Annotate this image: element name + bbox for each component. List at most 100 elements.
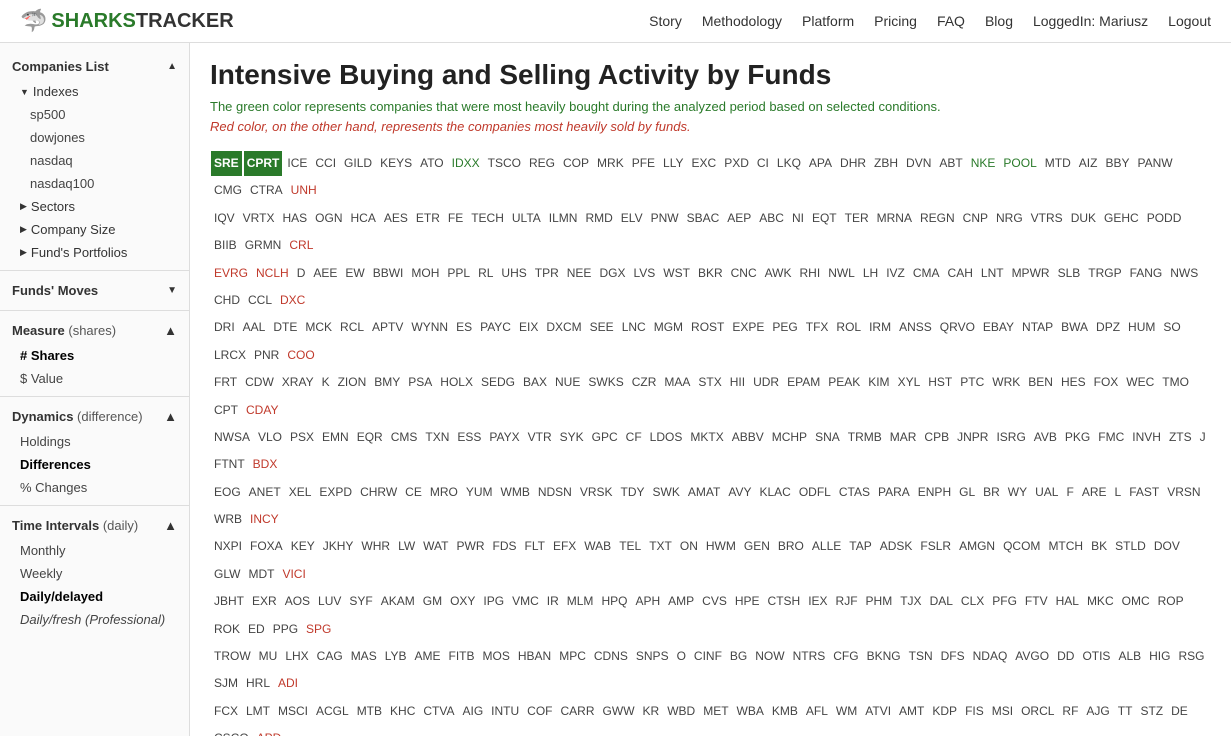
- nav-blog[interactable]: Blog: [985, 13, 1013, 29]
- ticker-FDS[interactable]: FDS: [490, 534, 520, 559]
- ticker-ON[interactable]: ON: [677, 534, 701, 559]
- ticker-COP[interactable]: COP: [560, 151, 592, 176]
- ticker-TMO[interactable]: TMO: [1159, 370, 1192, 395]
- ticker-APH[interactable]: APH: [632, 589, 663, 614]
- ticker-TXT[interactable]: TXT: [646, 534, 675, 559]
- ticker-SBAC[interactable]: SBAC: [684, 206, 723, 231]
- indexes-label[interactable]: ▼ Indexes: [10, 80, 189, 103]
- ticker-AMGN[interactable]: AMGN: [956, 534, 998, 559]
- ticker-LMT[interactable]: LMT: [243, 699, 273, 724]
- ticker-DAL[interactable]: DAL: [927, 589, 956, 614]
- ticker-XYL[interactable]: XYL: [895, 370, 924, 395]
- ticker-ALLE[interactable]: ALLE: [809, 534, 844, 559]
- ticker-CMG[interactable]: CMG: [211, 178, 245, 203]
- ticker-WY[interactable]: WY: [1005, 480, 1030, 505]
- ticker-JKHY[interactable]: JKHY: [320, 534, 357, 559]
- ticker-ES[interactable]: ES: [453, 315, 475, 340]
- ticker-CNP[interactable]: CNP: [960, 206, 991, 231]
- ticker-NEE[interactable]: NEE: [564, 261, 595, 286]
- ticker-CARR[interactable]: CARR: [558, 699, 598, 724]
- ticker-RF[interactable]: RF: [1059, 699, 1081, 724]
- ticker-STX[interactable]: STX: [695, 370, 724, 395]
- ticker-AMAT[interactable]: AMAT: [685, 480, 723, 505]
- ticker-GRMN[interactable]: GRMN: [242, 233, 285, 258]
- ticker-PNR[interactable]: PNR: [251, 343, 282, 368]
- ticker-BDX[interactable]: BDX: [250, 452, 281, 477]
- ticker-IEX[interactable]: IEX: [805, 589, 830, 614]
- ticker-EXPD[interactable]: EXPD: [316, 480, 355, 505]
- ticker-UNH[interactable]: UNH: [288, 178, 320, 203]
- ticker-AJG[interactable]: AJG: [1083, 699, 1112, 724]
- ticker-DHR[interactable]: DHR: [837, 151, 869, 176]
- ticker-FTNT[interactable]: FTNT: [211, 452, 248, 477]
- ticker-MAS[interactable]: MAS: [348, 644, 380, 669]
- ticker-SWKS[interactable]: SWKS: [585, 370, 626, 395]
- ticker-BR[interactable]: BR: [980, 480, 1003, 505]
- ticker-BRO[interactable]: BRO: [775, 534, 807, 559]
- ticker-LHX[interactable]: LHX: [282, 644, 311, 669]
- ticker-CI[interactable]: CI: [754, 151, 772, 176]
- daily-fresh-item[interactable]: Daily/fresh (Professional): [0, 608, 189, 631]
- ticker-AAL[interactable]: AAL: [240, 315, 269, 340]
- ticker-KLAC[interactable]: KLAC: [756, 480, 793, 505]
- ticker-ACGL[interactable]: ACGL: [313, 699, 352, 724]
- ticker-WBD[interactable]: WBD: [664, 699, 698, 724]
- ticker-ANSS[interactable]: ANSS: [896, 315, 935, 340]
- ticker-TFX[interactable]: TFX: [803, 315, 832, 340]
- ticker-EXR[interactable]: EXR: [249, 589, 280, 614]
- ticker-SEDG[interactable]: SEDG: [478, 370, 518, 395]
- ticker-ABBV[interactable]: ABBV: [729, 425, 767, 450]
- ticker-GWW[interactable]: GWW: [600, 699, 638, 724]
- ticker-GPC[interactable]: GPC: [589, 425, 621, 450]
- ticker-CMS[interactable]: CMS: [388, 425, 421, 450]
- ticker-BAX[interactable]: BAX: [520, 370, 550, 395]
- ticker-CMA[interactable]: CMA: [910, 261, 943, 286]
- ticker-BMY[interactable]: BMY: [371, 370, 403, 395]
- ticker-CCL[interactable]: CCL: [245, 288, 275, 313]
- ticker-ULTA[interactable]: ULTA: [509, 206, 544, 231]
- ticker-VTRS[interactable]: VTRS: [1028, 206, 1066, 231]
- ticker-BIIB[interactable]: BIIB: [211, 233, 240, 258]
- ticker-VMC[interactable]: VMC: [509, 589, 542, 614]
- ticker-D[interactable]: D: [294, 261, 309, 286]
- ticker-WAB[interactable]: WAB: [581, 534, 614, 559]
- ticker-DRI[interactable]: DRI: [211, 315, 238, 340]
- ticker-ADSK[interactable]: ADSK: [877, 534, 916, 559]
- ticker-CDNS[interactable]: CDNS: [591, 644, 631, 669]
- ticker-POOL[interactable]: POOL: [1000, 151, 1039, 176]
- ticker-PPL[interactable]: PPL: [444, 261, 473, 286]
- ticker-CTAS[interactable]: CTAS: [836, 480, 873, 505]
- nav-pricing[interactable]: Pricing: [874, 13, 917, 29]
- ticker-GEN[interactable]: GEN: [741, 534, 773, 559]
- ticker-HPE[interactable]: HPE: [732, 589, 763, 614]
- ticker-MLM[interactable]: MLM: [564, 589, 597, 614]
- ticker-SPG[interactable]: SPG: [303, 617, 334, 642]
- ticker-MET[interactable]: MET: [700, 699, 731, 724]
- ticker-CHD[interactable]: CHD: [211, 288, 243, 313]
- ticker-LDOS[interactable]: LDOS: [647, 425, 686, 450]
- ticker-FE[interactable]: FE: [445, 206, 466, 231]
- ticker-AME[interactable]: AME: [412, 644, 444, 669]
- ticker-HIG[interactable]: HIG: [1146, 644, 1173, 669]
- ticker-MPWR[interactable]: MPWR: [1009, 261, 1053, 286]
- ticker-OGN[interactable]: OGN: [312, 206, 345, 231]
- ticker-ORCL[interactable]: ORCL: [1018, 699, 1057, 724]
- ticker-EXPE[interactable]: EXPE: [729, 315, 767, 340]
- ticker-PFE[interactable]: PFE: [629, 151, 658, 176]
- sidebar-item-dowjones[interactable]: dowjones: [10, 126, 189, 149]
- ticker-CF[interactable]: CF: [623, 425, 645, 450]
- ticker-INTU[interactable]: INTU: [488, 699, 522, 724]
- ticker-IR[interactable]: IR: [544, 589, 562, 614]
- ticker-BG[interactable]: BG: [727, 644, 750, 669]
- ticker-PPG[interactable]: PPG: [270, 617, 301, 642]
- ticker-TSN[interactable]: TSN: [906, 644, 936, 669]
- ticker-LRCX[interactable]: LRCX: [211, 343, 249, 368]
- ticker-IPG[interactable]: IPG: [480, 589, 507, 614]
- ticker-CPB[interactable]: CPB: [921, 425, 952, 450]
- ticker-CCI[interactable]: CCI: [312, 151, 339, 176]
- ticker-APA[interactable]: APA: [806, 151, 835, 176]
- ticker-PFG[interactable]: PFG: [989, 589, 1020, 614]
- ticker-STLD[interactable]: STLD: [1112, 534, 1149, 559]
- ticker-FTV[interactable]: FTV: [1022, 589, 1051, 614]
- ticker-LYB[interactable]: LYB: [382, 644, 410, 669]
